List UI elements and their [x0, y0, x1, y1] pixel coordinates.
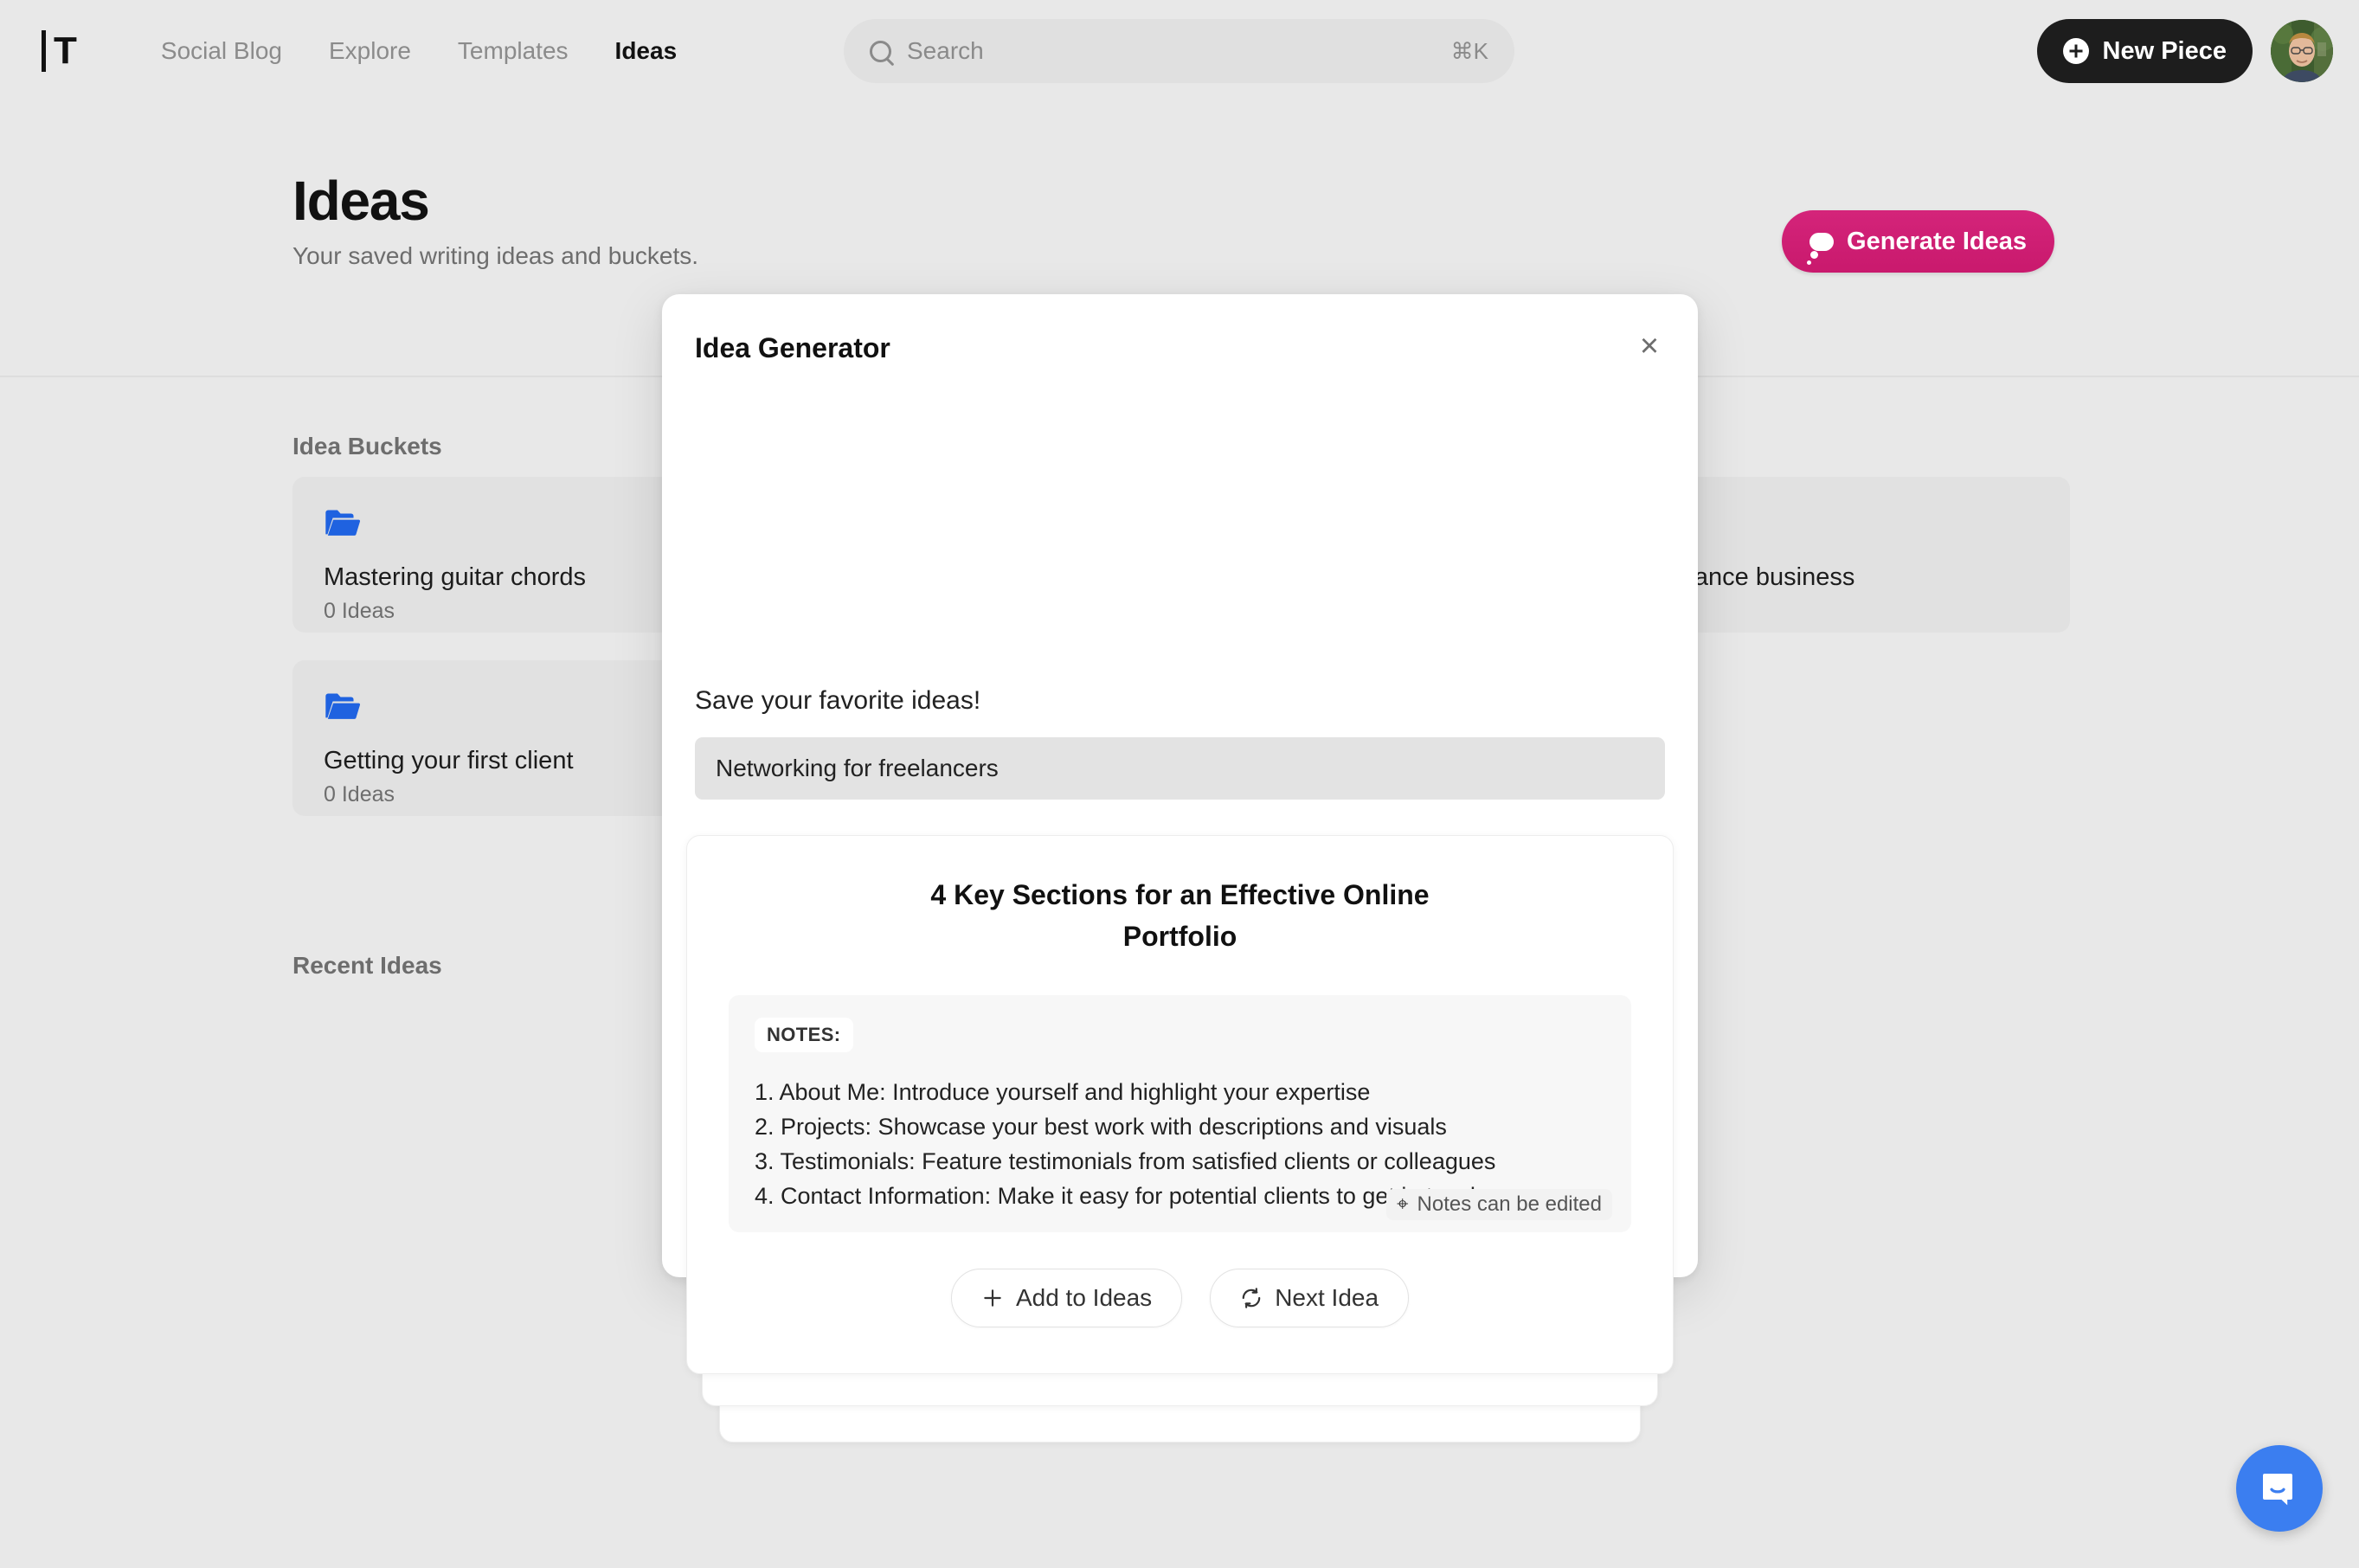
add-to-ideas-button[interactable]: Add to Ideas: [951, 1269, 1182, 1327]
modal-subtitle: Save your favorite ideas!: [695, 686, 980, 716]
notes-hint-label: Notes can be edited: [1417, 1192, 1602, 1217]
next-idea-button[interactable]: Next Idea: [1210, 1269, 1409, 1327]
chat-bubble-icon: [2259, 1468, 2300, 1509]
note-line: 3. Testimonials: Feature testimonials fr…: [755, 1144, 1605, 1179]
plus-icon: [981, 1287, 1004, 1309]
idea-generator-modal: Idea Generator × Save your favorite idea…: [662, 294, 1698, 1277]
idea-notes-box[interactable]: NOTES: 1. About Me: Introduce yourself a…: [729, 995, 1631, 1232]
text-cursor-icon: ⌖: [1397, 1194, 1409, 1215]
next-idea-label: Next Idea: [1275, 1284, 1379, 1312]
add-to-ideas-label: Add to Ideas: [1016, 1284, 1152, 1312]
note-line: 1. About Me: Introduce yourself and high…: [755, 1075, 1605, 1109]
refresh-icon: [1240, 1287, 1263, 1309]
idea-title: 4 Key Sections for an Effective Online P…: [877, 874, 1483, 957]
notes-badge: NOTES:: [755, 1018, 853, 1052]
idea-card: 4 Key Sections for an Effective Online P…: [686, 835, 1674, 1374]
topic-input[interactable]: [695, 737, 1665, 800]
notes-editable-hint: ⌖ Notes can be edited: [1386, 1189, 1612, 1220]
chat-launcher-button[interactable]: [2236, 1445, 2323, 1532]
note-line: 2. Projects: Showcase your best work wit…: [755, 1109, 1605, 1144]
idea-card-actions: Add to Ideas Next Idea: [729, 1269, 1631, 1327]
idea-card-stack: 4 Key Sections for an Effective Online P…: [686, 835, 1674, 1374]
close-icon[interactable]: ×: [1627, 324, 1672, 369]
modal-overlay: Idea Generator × Save your favorite idea…: [0, 0, 2359, 1568]
modal-title: Idea Generator: [695, 332, 890, 364]
